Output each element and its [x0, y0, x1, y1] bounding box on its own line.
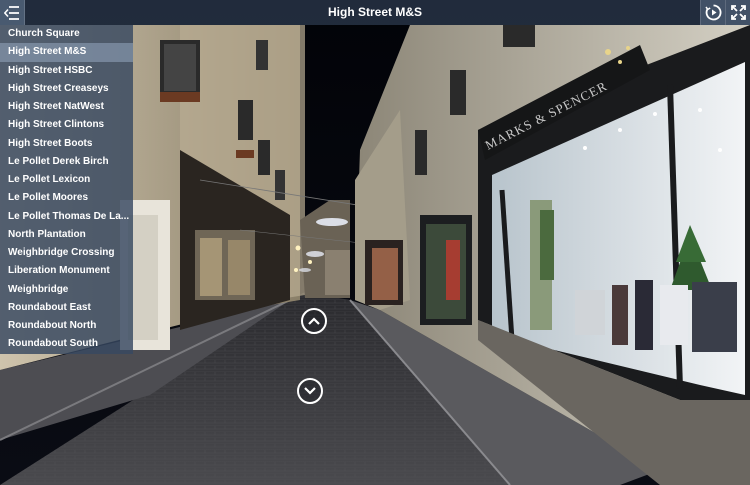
scene-item-le-pollet-lexicon[interactable]: Le Pollet Lexicon [0, 171, 133, 189]
fullscreen-icon [730, 5, 746, 20]
scene-item-le-pollet-derek-birch[interactable]: Le Pollet Derek Birch [0, 153, 133, 171]
scene-title: High Street M&S [327, 5, 422, 19]
navigate-back-hotspot[interactable] [297, 378, 323, 404]
scene-item-roundabout-east[interactable]: Roundabout East [0, 299, 133, 317]
chevron-up-icon [308, 317, 320, 325]
scene-item-le-pollet-moores[interactable]: Le Pollet Moores [0, 189, 133, 207]
scene-item-le-pollet-thomas-de-la[interactable]: Le Pollet Thomas De La... [0, 208, 133, 226]
scene-item-high-street-boots[interactable]: High Street Boots [0, 135, 133, 153]
scene-item-weighbridge-crossing[interactable]: Weighbridge Crossing [0, 244, 133, 262]
scene-item-high-street-ms[interactable]: High Street M&S [0, 43, 133, 62]
chevron-down-icon [304, 387, 316, 395]
top-bar: High Street M&S [0, 0, 750, 25]
autoplay-button[interactable] [700, 0, 725, 25]
list-menu-icon [4, 5, 19, 20]
scene-item-high-street-creaseys[interactable]: High Street Creaseys [0, 80, 133, 98]
scene-item-high-street-hsbc[interactable]: High Street HSBC [0, 62, 133, 80]
scene-item-high-street-natwest[interactable]: High Street NatWest [0, 98, 133, 116]
scene-item-weighbridge[interactable]: Weighbridge [0, 281, 133, 299]
scene-item-liberation-monument[interactable]: Liberation Monument [0, 262, 133, 280]
navigate-forward-hotspot[interactable] [301, 308, 327, 334]
scene-item-roundabout-north[interactable]: Roundabout North [0, 317, 133, 335]
fullscreen-button[interactable] [725, 0, 750, 25]
scene-item-church-square[interactable]: Church Square [0, 25, 133, 43]
list-menu-button[interactable] [0, 0, 25, 25]
scene-list: Church Square High Street M&S High Stree… [0, 25, 133, 354]
scene-item-high-street-clintons[interactable]: High Street Clintons [0, 116, 133, 134]
play-circle-icon [704, 4, 721, 21]
scene-item-north-plantation[interactable]: North Plantation [0, 226, 133, 244]
scene-item-roundabout-south[interactable]: Roundabout South [0, 335, 133, 353]
